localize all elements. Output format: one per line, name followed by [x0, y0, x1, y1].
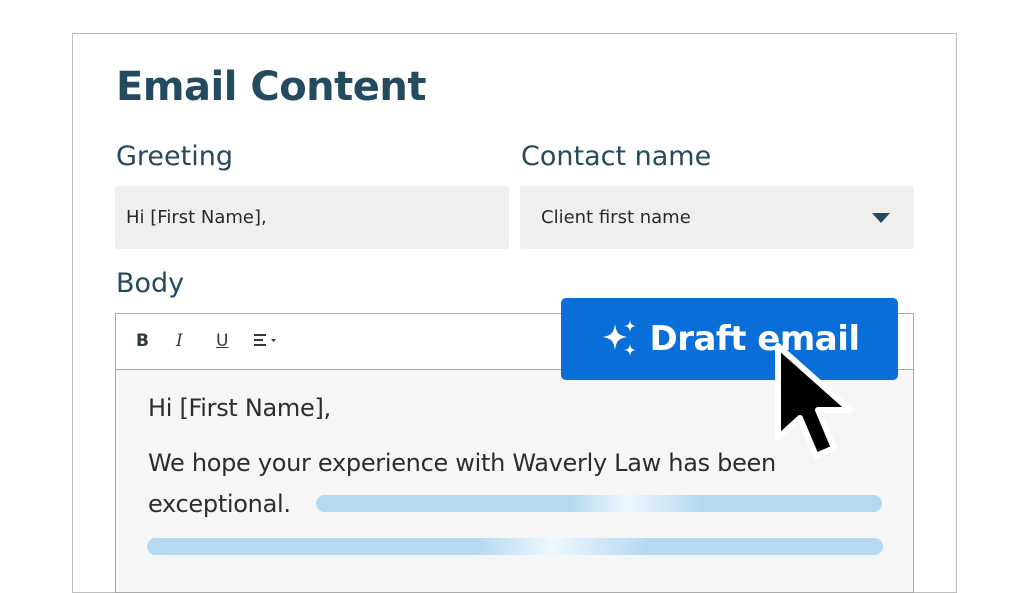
bold-button[interactable]: B	[136, 331, 149, 351]
caret-down-icon	[872, 212, 890, 223]
contact-name-select[interactable]: Client first name	[520, 186, 914, 249]
page-title: Email Content	[116, 64, 427, 110]
body-label: Body	[116, 268, 185, 299]
body-text-line: We hope your experience with Waverly Law…	[148, 449, 776, 477]
greeting-input[interactable]	[115, 186, 509, 249]
contact-name-label: Contact name	[521, 141, 712, 172]
loading-shimmer-bar	[316, 495, 882, 512]
sparkle-icon	[603, 320, 637, 356]
loading-shimmer-bar	[147, 538, 883, 555]
italic-button[interactable]: I	[176, 331, 183, 351]
greeting-label: Greeting	[116, 141, 233, 172]
body-text-greeting: Hi [First Name],	[148, 394, 331, 422]
body-text-line: exceptional.	[148, 490, 291, 518]
contact-name-selected-value: Client first name	[541, 207, 691, 228]
align-left-icon[interactable]	[254, 332, 284, 355]
mouse-pointer-icon	[775, 343, 853, 459]
underline-button[interactable]: U	[216, 331, 228, 351]
